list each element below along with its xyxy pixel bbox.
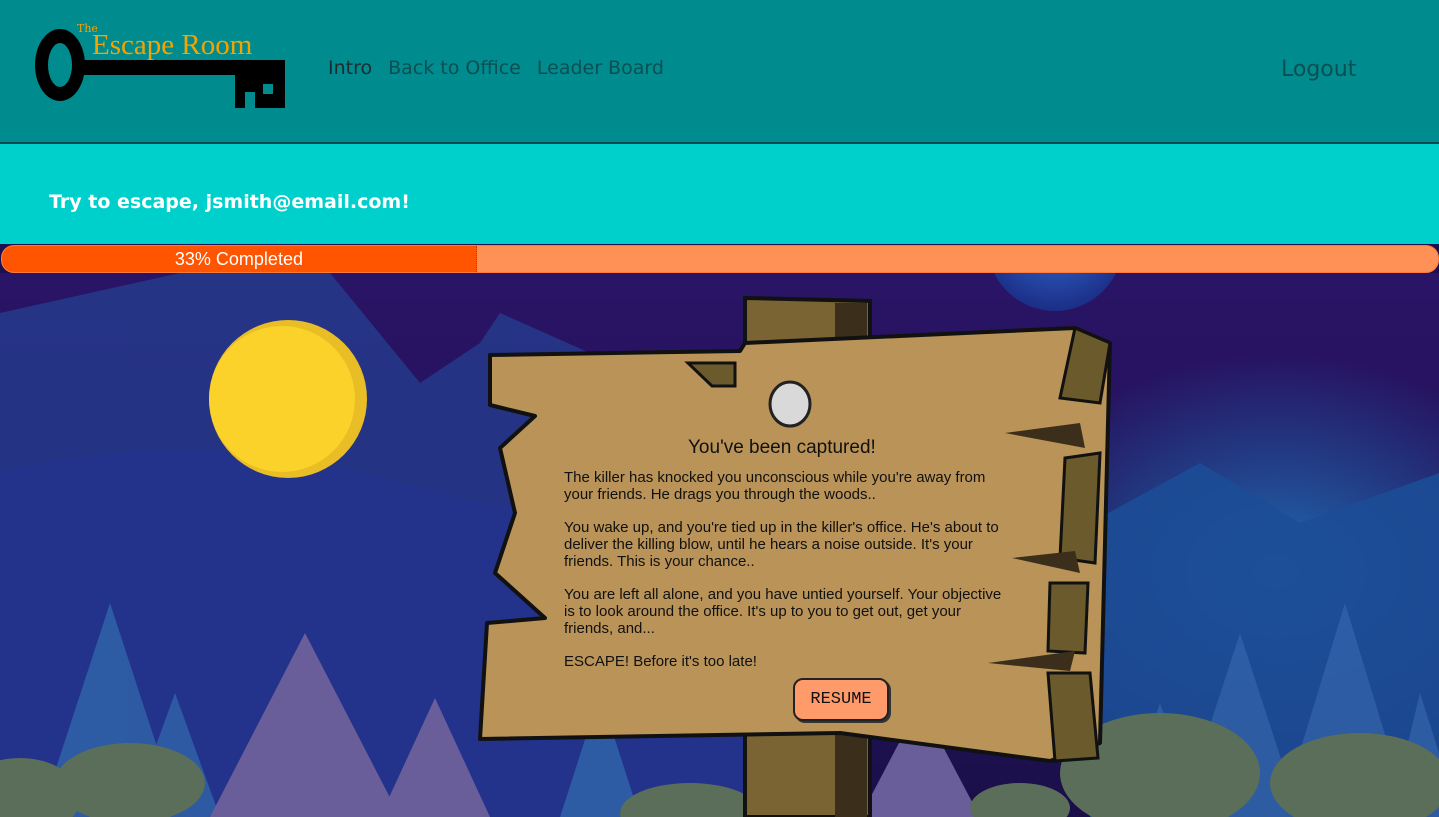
nav-item-intro[interactable]: Intro — [328, 57, 372, 79]
nav-item-back-to-office[interactable]: Back to Office — [388, 57, 521, 79]
welcome-text: Try to escape, jsmith@email.com! — [49, 191, 410, 213]
moon-icon — [209, 320, 367, 478]
logo-title-text: Escape Room — [92, 29, 253, 61]
story-paragraph: The killer has knocked you unconscious w… — [564, 469, 986, 503]
story-title: You've been captured! — [688, 437, 876, 458]
story-paragraph: You wake up, and you're tied up in the k… — [564, 519, 999, 570]
welcome-banner: Try to escape, jsmith@email.com! — [0, 144, 1439, 244]
nav-item-leader-board[interactable]: Leader Board — [537, 57, 664, 79]
logout-link[interactable]: Logout — [1281, 57, 1356, 82]
progress-label: 33% Completed — [174, 248, 303, 269]
story-paragraph: ESCAPE! Before it's too late! — [564, 653, 757, 670]
progress-bar: 33% Completed — [1, 245, 1439, 273]
story-text: The killer has knocked you unconscious w… — [564, 469, 1014, 686]
main-nav: Intro Back to Office Leader Board — [328, 57, 664, 79]
story-paragraph: You are left all alone, and you have unt… — [564, 586, 1002, 637]
site-header: The Escape Room Intro Back to Office Lea… — [0, 0, 1439, 144]
resume-button[interactable]: RESUME — [793, 678, 889, 721]
escape-room-logo[interactable]: The Escape Room — [30, 18, 290, 113]
